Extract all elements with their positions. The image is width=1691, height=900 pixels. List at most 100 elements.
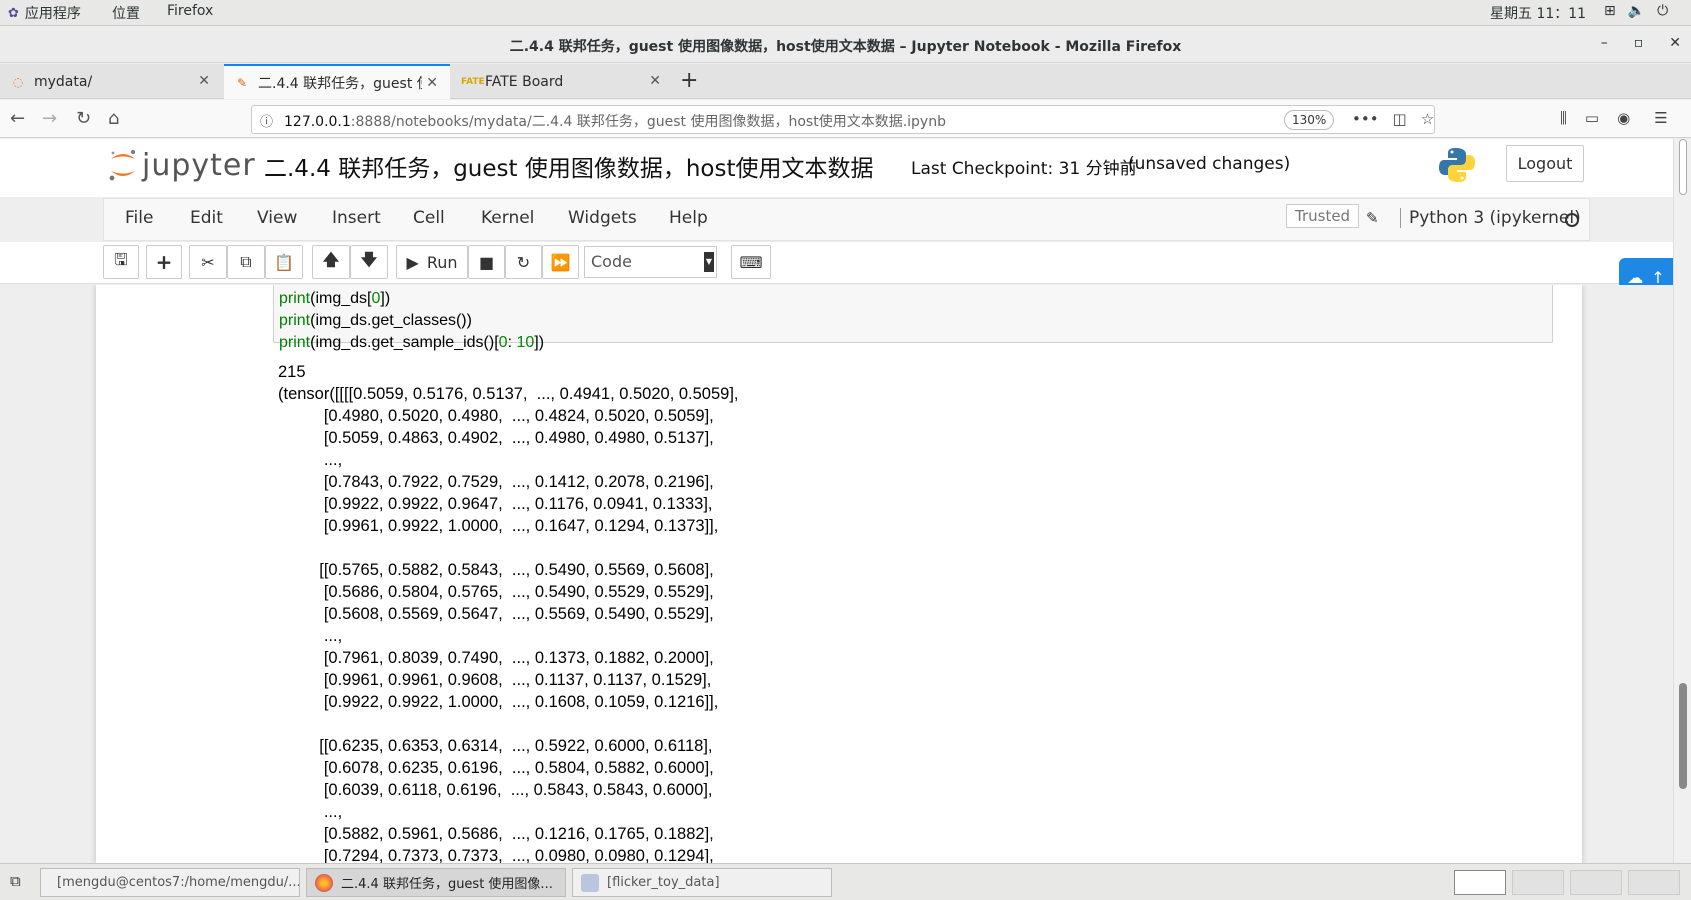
- page-scrollbar[interactable]: [1673, 139, 1691, 865]
- pocket-icon[interactable]: ◫: [1393, 110, 1407, 128]
- workspace-2[interactable]: [1512, 870, 1564, 895]
- minimize-button[interactable]: –: [1601, 35, 1608, 51]
- jupyter-logo[interactable]: jupyter: [108, 147, 256, 183]
- url-text[interactable]: 127.0.0.1:8888/notebooks/mydata/二.4.4 联邦…: [284, 111, 946, 131]
- firefox-icon: [315, 873, 333, 892]
- output-line: [[0.5765, 0.5882, 0.5843, ..., 0.5490, 0…: [278, 561, 714, 579]
- power-icon[interactable]: ⏻: [1657, 3, 1668, 19]
- command-palette-button[interactable]: ⌨: [731, 245, 771, 279]
- new-tab-button[interactable]: +: [680, 68, 698, 93]
- jupyter-icon: ◌: [12, 74, 24, 89]
- logout-button[interactable]: Logout: [1506, 145, 1584, 182]
- copy-button[interactable]: ⧉: [227, 245, 265, 279]
- close-tab-icon[interactable]: ✕: [198, 73, 210, 89]
- run-button[interactable]: ▶ Run: [396, 245, 468, 279]
- scrollbar-thumb[interactable]: [1679, 683, 1687, 789]
- code-cell[interactable]: print(img_ds[0]) print(img_ds.get_classe…: [273, 285, 1553, 351]
- network-icon[interactable]: ⊞: [1604, 3, 1616, 19]
- jupyter-logo-text: jupyter: [142, 147, 256, 183]
- notebook-menubar: File Edit View Insert Cell Kernel Widget…: [103, 198, 1590, 241]
- output-line: [0.6078, 0.6235, 0.6196, ..., 0.5804, 0.…: [278, 759, 714, 777]
- output-line: [0.9922, 0.9922, 1.0000, ..., 0.1608, 0.…: [278, 693, 719, 711]
- menu-file[interactable]: File: [125, 208, 153, 228]
- window-title: 二.4.4 联邦任务，guest 使用图像数据，host使用文本数据 – Jup…: [509, 39, 1182, 55]
- menu-view[interactable]: View: [257, 208, 297, 228]
- kernel-name[interactable]: Python 3 (ipykernel): [1400, 208, 1581, 228]
- sidebar-icon[interactable]: ▭: [1585, 109, 1599, 127]
- window-titlebar: 二.4.4 联邦任务，guest 使用图像数据，host使用文本数据 – Jup…: [0, 27, 1691, 63]
- show-desktop-icon[interactable]: ⧉: [10, 872, 21, 890]
- move-up-button[interactable]: 🡅: [312, 245, 350, 279]
- trusted-badge[interactable]: Trusted: [1286, 204, 1360, 228]
- bookmark-star-icon[interactable]: ☆: [1421, 110, 1434, 128]
- hamburger-menu-icon[interactable]: ☰: [1654, 109, 1667, 127]
- interrupt-button[interactable]: ■: [468, 245, 505, 279]
- taskbar-item-terminal[interactable]: [mengdu@centos7:/home/mengdu/...: [40, 868, 300, 897]
- taskbar-item-firefox[interactable]: 二.4.4 联邦任务，guest 使用图像...: [306, 868, 566, 897]
- close-tab-icon[interactable]: ✕: [426, 75, 438, 91]
- jupyter-header: jupyter 二.4.4 联邦任务，guest 使用图像数据，host使用文本…: [0, 139, 1673, 197]
- site-info-icon[interactable]: ⓘ: [260, 111, 273, 130]
- account-icon[interactable]: ◉: [1617, 109, 1630, 127]
- save-button[interactable]: 🖫: [103, 245, 139, 279]
- taskbar-item-files[interactable]: [flicker_toy_data]: [572, 868, 832, 897]
- taskbar-item-label: 二.4.4 联邦任务，guest 使用图像...: [341, 877, 553, 892]
- workspace-4[interactable]: [1628, 870, 1680, 895]
- output-line: (tensor([[[[0.5059, 0.5176, 0.5137, ...,…: [278, 385, 739, 403]
- insert-cell-button[interactable]: +: [146, 245, 182, 279]
- menu-widgets[interactable]: Widgets: [568, 208, 637, 228]
- back-arrow-icon[interactable]: ←: [10, 108, 25, 129]
- taskbar-item-label: [mengdu@centos7:/home/mengdu/...: [57, 875, 300, 890]
- page-actions-icon[interactable]: •••: [1352, 110, 1379, 128]
- tab-notebook[interactable]: ✎ 二.4.4 联邦任务，guest 使 ✕: [224, 64, 450, 99]
- menu-kernel[interactable]: Kernel: [481, 208, 534, 228]
- restart-button[interactable]: ↻: [505, 245, 542, 279]
- output-line: [0.9922, 0.9922, 0.9647, ..., 0.1176, 0.…: [278, 495, 713, 513]
- clock[interactable]: 星期五 11：11: [1490, 3, 1586, 23]
- url-host: 127.0.0.1: [284, 114, 351, 130]
- library-icon[interactable]: ⫼: [1560, 109, 1567, 127]
- applications-menu[interactable]: ✿ 应用程序: [8, 3, 81, 23]
- move-down-button[interactable]: 🡇: [350, 245, 388, 279]
- zoom-level-badge[interactable]: 130%: [1284, 110, 1335, 130]
- cut-button[interactable]: ✂: [189, 245, 227, 279]
- restart-run-all-button[interactable]: ⏩: [542, 245, 579, 279]
- menu-insert[interactable]: Insert: [332, 208, 381, 228]
- arrow-up-icon: 🡅: [322, 249, 340, 269]
- reload-icon[interactable]: ↻: [76, 108, 91, 129]
- paste-icon: 📋: [274, 252, 294, 272]
- notebook-toolbar: 🖫 + ✂ ⧉ 📋 🡅 🡇 ▶ Run ■ ↻ ⏩ Code ▼ ⌨: [0, 242, 1673, 284]
- close-tab-icon[interactable]: ✕: [649, 73, 661, 89]
- kernel-idle-indicator: [1565, 213, 1579, 227]
- cell-type-select[interactable]: Code ▼: [584, 246, 717, 278]
- code-line: print(img_ds.get_classes()): [279, 312, 472, 329]
- menu-help[interactable]: Help: [669, 208, 708, 228]
- workspace-3[interactable]: [1570, 870, 1622, 895]
- output-line: ...,: [278, 803, 343, 821]
- header-scroll-thumb[interactable]: [1679, 139, 1687, 195]
- menu-cell[interactable]: Cell: [413, 208, 445, 228]
- places-menu[interactable]: 位置: [112, 3, 140, 23]
- output-line: [0.7843, 0.7922, 0.7529, ..., 0.1412, 0.…: [278, 473, 714, 491]
- scissors-icon: ✂: [201, 252, 215, 272]
- url-bar[interactable]: ⓘ 127.0.0.1:8888/notebooks/mydata/二.4.4 …: [251, 105, 1435, 134]
- paste-button[interactable]: 📋: [265, 245, 303, 279]
- output-line: [0.9961, 0.9922, 1.0000, ..., 0.1647, 0.…: [278, 517, 719, 535]
- play-icon: ▶: [406, 252, 419, 272]
- close-window-button[interactable]: ✕: [1669, 35, 1681, 51]
- notebook-title[interactable]: 二.4.4 联邦任务，guest 使用图像数据，host使用文本数据: [264, 149, 874, 183]
- maximize-button[interactable]: ▫: [1634, 35, 1644, 51]
- unsaved-indicator: (unsaved changes): [1128, 154, 1291, 174]
- menu-edit[interactable]: Edit: [190, 208, 223, 228]
- applications-label: 应用程序: [24, 6, 81, 22]
- tab-fate-board[interactable]: FATE FATE Board ✕: [451, 64, 673, 99]
- system-tray[interactable]: ⊞ 🔈 ⏻: [1604, 3, 1668, 19]
- cloud-icon: ☁: [1627, 267, 1644, 287]
- tab-bar: ◌ mydata/ ✕ ✎ 二.4.4 联邦任务，guest 使 ✕ FATE …: [0, 64, 1691, 99]
- volume-icon[interactable]: 🔈: [1628, 3, 1645, 19]
- workspace-1[interactable]: [1454, 870, 1506, 895]
- tab-mydata[interactable]: ◌ mydata/ ✕: [0, 64, 222, 99]
- firefox-app-menu[interactable]: Firefox: [167, 3, 213, 19]
- home-icon[interactable]: ⌂: [108, 108, 119, 129]
- forward-arrow-icon[interactable]: →: [42, 108, 57, 129]
